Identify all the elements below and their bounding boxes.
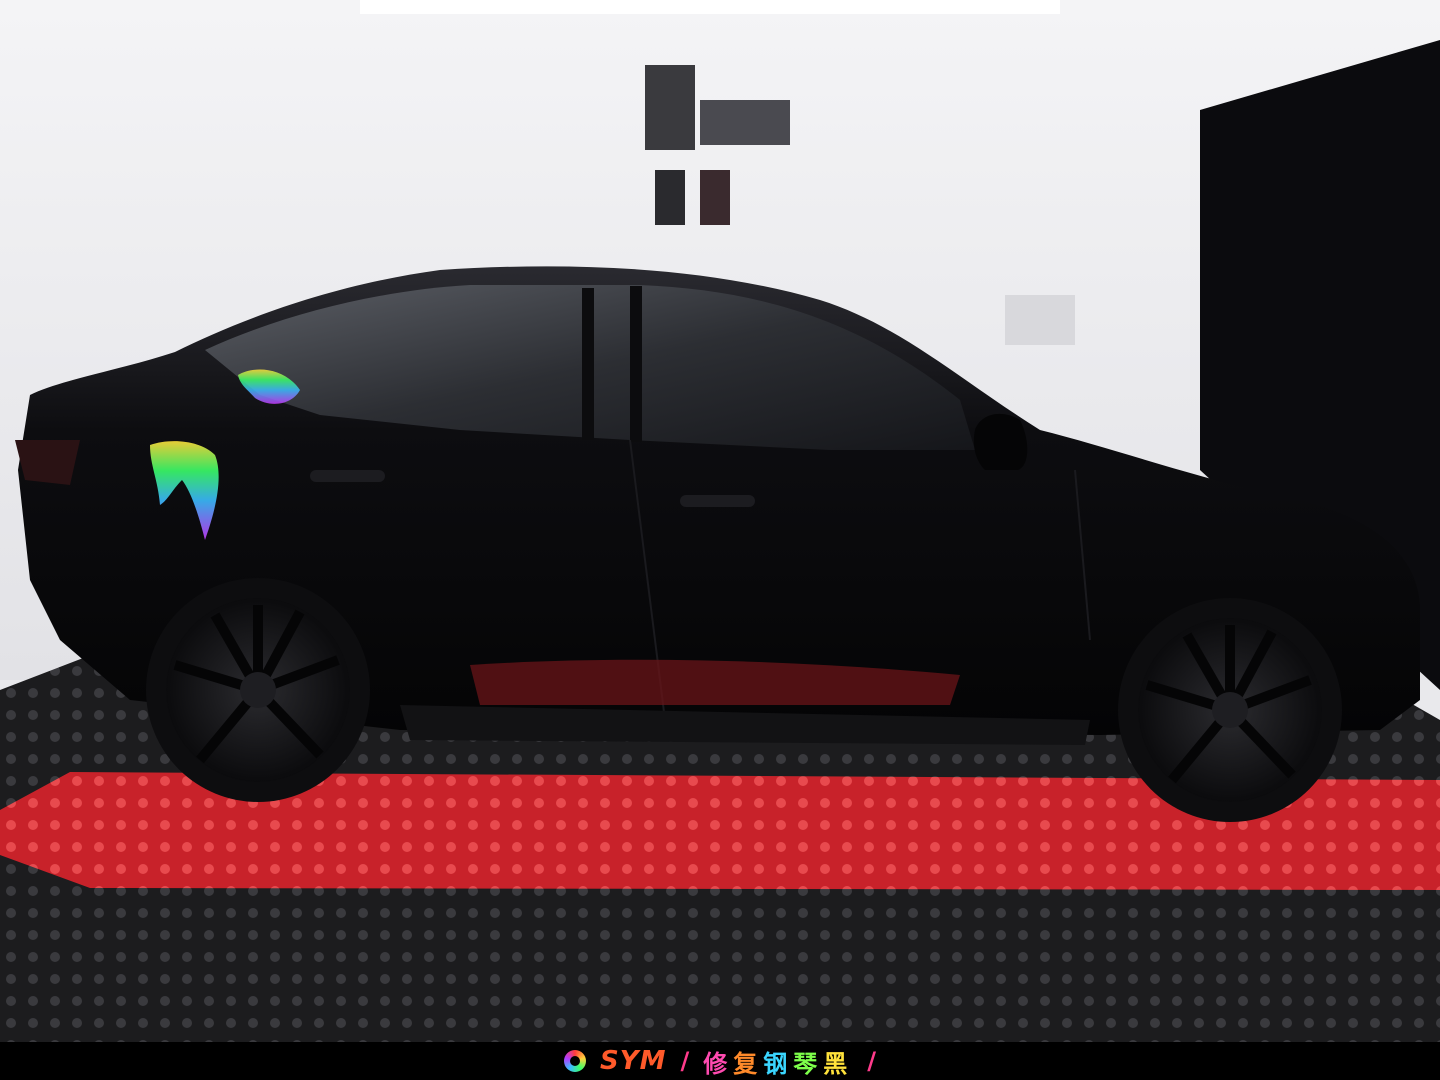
caption-separator: /: [867, 1047, 876, 1075]
photo-scene: [0, 0, 1440, 1042]
side-mirror: [973, 413, 1028, 470]
slogan-char: 琴: [793, 1049, 824, 1078]
brand-name: SYM: [600, 1046, 667, 1076]
slogan-char: 黑: [823, 1049, 854, 1078]
slogan-char: 修: [703, 1049, 734, 1078]
slogan-char: 钢: [763, 1049, 794, 1078]
slogan-char: 复: [733, 1049, 764, 1078]
front-wheel: [1118, 598, 1342, 822]
caption-separator: /: [680, 1047, 690, 1075]
caption-slogan: 修 复 钢 琴 黑: [703, 1044, 853, 1079]
car-photo: [0, 0, 1440, 1042]
tail-light: [15, 440, 80, 485]
wall-fixture: [645, 65, 695, 150]
brand-logo-icon: [564, 1050, 587, 1072]
caption-bar: SYM / 修 复 钢 琴 黑 /: [0, 1042, 1440, 1080]
rear-wheel: [146, 578, 370, 802]
